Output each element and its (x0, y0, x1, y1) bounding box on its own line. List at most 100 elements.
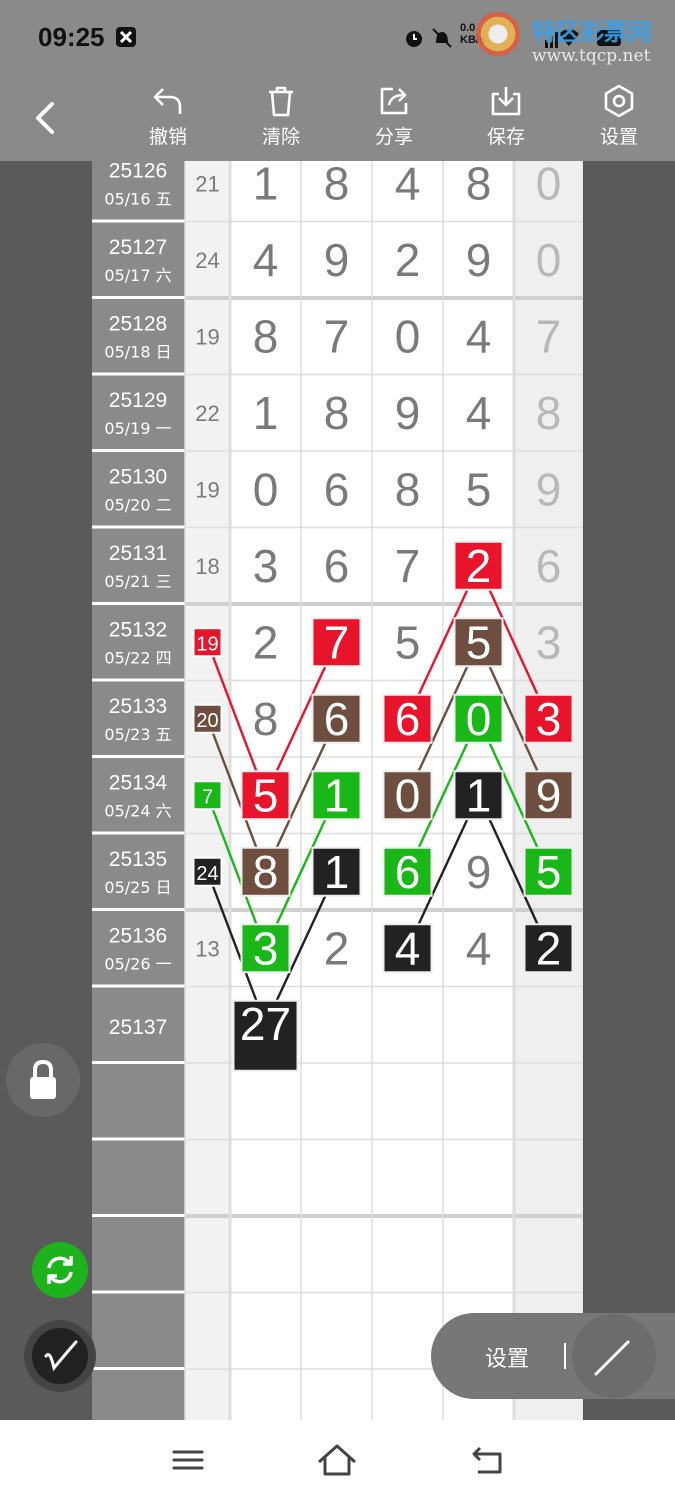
issue-cell[interactable] (92, 605, 185, 679)
issue-date: 05/17 六 (104, 266, 171, 285)
issue-date: 05/26 一 (104, 954, 171, 973)
extra-digit: 0 (536, 234, 562, 286)
digit-value: 9 (395, 387, 421, 439)
system-navbar (0, 1420, 675, 1500)
issue-date: 05/23 五 (104, 725, 171, 744)
extra-digit: 8 (536, 387, 562, 439)
issue-cell[interactable] (92, 528, 185, 603)
issue-date: 05/20 二 (104, 495, 171, 514)
watermark: 特区彩票网 www.tqcp.net (476, 6, 671, 70)
issue-cell[interactable] (92, 222, 185, 297)
digit-value: 8 (324, 161, 350, 209)
issue-number: 25131 (109, 542, 167, 565)
issue-cell[interactable] (92, 1217, 185, 1291)
trend-grid[interactable]: 2512605/16 五21 1 8 4 8 02512705/17 六24 4 9 2 9 025… (92, 161, 583, 1420)
digit-value: 8 (395, 463, 421, 515)
settings-button[interactable]: 设置 (579, 84, 659, 158)
sync-button[interactable] (32, 1242, 88, 1298)
digit-value: 27 (240, 998, 291, 1050)
extra-digit: 3 (536, 693, 562, 745)
menu-icon[interactable] (166, 1440, 210, 1480)
issue-cell[interactable] (92, 452, 185, 526)
digit-value: 4 (466, 387, 492, 439)
digit-value: 8 (324, 387, 350, 439)
sum-value: 21 (195, 171, 219, 196)
mute-icon (432, 28, 452, 48)
issue-number: 25130 (109, 465, 167, 488)
line-tool-button[interactable] (572, 1314, 656, 1398)
digit-value: 2 (253, 616, 279, 668)
issue-number: 25128 (109, 312, 167, 335)
digit-value: 6 (324, 540, 350, 592)
digit-value: 9 (466, 234, 492, 286)
issue-cell[interactable] (92, 911, 185, 985)
undo-button[interactable]: 撤销 (128, 84, 208, 158)
issue-cell[interactable] (92, 299, 185, 373)
extra-digit: 9 (536, 463, 562, 515)
issue-number: 25126 (109, 161, 167, 182)
sum-value: 19 (196, 633, 218, 655)
share-button[interactable]: 分享 (354, 84, 434, 158)
watermark-url: www.tqcp.net (532, 46, 651, 66)
digit-value: 0 (466, 693, 492, 745)
sum-value: 18 (195, 554, 219, 579)
sum-value: 24 (195, 248, 219, 273)
issue-cell[interactable] (92, 1064, 185, 1138)
trend-chart-sheet[interactable]: 25126 05/16 五 21 1 8 4 8 0 25127 05/17 六 24 4 9 2 9 0 25… (92, 161, 583, 1420)
watermark-title: 特区彩票网 (532, 18, 652, 46)
download-icon (491, 87, 521, 116)
issue-number: 25135 (109, 848, 167, 871)
digit-value: 2 (466, 540, 492, 592)
right-margin (583, 161, 675, 1420)
sum-value: 24 (196, 863, 218, 885)
extra-digit: 3 (536, 616, 562, 668)
clear-label: 清除 (261, 126, 300, 148)
digit-value: 1 (466, 769, 492, 821)
share-label: 分享 (374, 126, 413, 148)
issue-cell[interactable] (92, 1370, 185, 1420)
share-icon (380, 87, 408, 115)
pen-button[interactable] (24, 1320, 96, 1392)
digit-value: 0 (395, 310, 421, 362)
pill-separator (564, 1343, 566, 1369)
home-icon[interactable] (315, 1440, 359, 1480)
save-button[interactable]: 保存 (466, 84, 546, 158)
sum-value: 13 (195, 936, 219, 961)
pill-settings-label[interactable]: 设置 (485, 1341, 529, 1373)
extra-digit: 2 (536, 922, 562, 974)
digit-value: 7 (324, 310, 350, 362)
issue-cell[interactable] (92, 1140, 185, 1215)
digit-value: 6 (324, 693, 350, 745)
issue-cell[interactable] (92, 1293, 185, 1368)
digit-value: 8 (253, 846, 279, 898)
issue-cell[interactable] (92, 758, 185, 832)
settings-pill[interactable]: 设置 (431, 1313, 675, 1399)
digit-value: 8 (253, 693, 279, 745)
toolbar: 撤销 清除 分享 保存 设置 (0, 78, 675, 161)
watermark-logo (476, 12, 520, 56)
issue-date: 05/21 三 (104, 572, 171, 591)
undo-icon (153, 88, 182, 114)
issue-date: 05/25 日 (104, 878, 171, 897)
sum-value: 19 (195, 324, 219, 349)
digit-value: 3 (253, 922, 279, 974)
sum-value: 19 (195, 477, 219, 502)
issue-cell[interactable] (92, 375, 185, 450)
back-arrow-icon[interactable] (26, 98, 66, 138)
back-icon[interactable] (466, 1440, 510, 1480)
issue-date: 05/24 六 (104, 801, 171, 820)
digit-value: 4 (466, 922, 492, 974)
digit-value: 4 (253, 234, 279, 286)
digit-value: 5 (466, 463, 492, 515)
digit-value: 2 (395, 234, 421, 286)
extra-digit: 5 (536, 846, 562, 898)
clear-button[interactable]: 清除 (241, 84, 321, 158)
line-tool-icon (594, 1340, 630, 1376)
digit-value: 8 (253, 310, 279, 362)
issue-cell[interactable] (92, 834, 185, 909)
issue-cell[interactable] (92, 681, 185, 756)
alarm-icon (406, 31, 422, 47)
lock-button[interactable] (6, 1043, 80, 1117)
digit-value: 9 (466, 846, 492, 898)
digit-value: 5 (466, 616, 492, 668)
